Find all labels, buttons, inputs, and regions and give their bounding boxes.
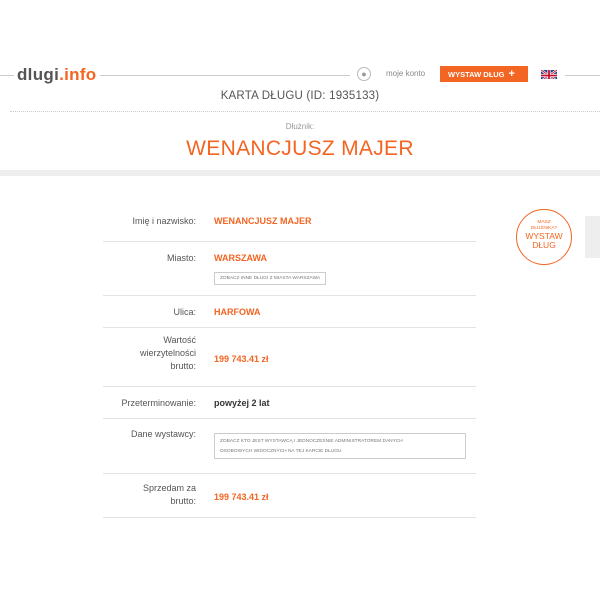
debtor-name: WENANCJUSZ MAJER [186,137,414,160]
sell-label: Sprzedam za brutto: [103,482,196,508]
city-label: Miasto: [166,253,196,263]
row-city: Miasto: WARSZAWA ZOBACZ INNE DŁUGI Z MIA… [103,242,476,296]
amount-label: Wartość wierzytelności brutto: [103,334,196,373]
row-sell: Sprzedam za brutto: 199 743.41 zł [103,474,476,518]
uk-flag-icon[interactable] [541,68,557,79]
issuer-button-line: OSOBOWYCH WIDOCZNYCH NA TEJ KARCIE DŁUGU [220,449,342,454]
top-bar: dlugi.info ● moje konto WYSTAW DŁUG + [0,62,600,88]
sell-label-line: brutto: [170,496,196,506]
add-debt-button[interactable]: WYSTAW DŁUG + [440,66,528,82]
account-link[interactable]: moje konto [386,69,425,78]
divider [0,75,14,76]
issuer-button-line: ZOBACZ KTO JEST WYSTAWCĄ I JEDNOCZEŚNIE … [220,439,403,444]
issuer-label: Dane wystawcy: [130,429,196,439]
debtor-label: Dłużnik: [285,122,315,131]
card-title: KARTA DŁUGU (ID: 1935133) [220,90,380,102]
logo-ext: .info [59,65,97,84]
other-city-debts-button[interactable]: ZOBACZ INNE DŁUGI Z MIASTA WARSZAWA [214,272,327,285]
overdue-label: Przeterminowanie: [121,398,196,408]
name-label: Imię i nazwisko: [132,216,196,226]
amount-label-line: wierzytelności [139,348,196,358]
add-debt-label: WYSTAW DŁUG [448,70,505,79]
sell-label-line: Sprzedam za [142,483,196,493]
site-logo[interactable]: dlugi.info [17,65,97,85]
user-icon[interactable]: ● [357,67,371,81]
row-amount: Wartość wierzytelności brutto: 199 743.4… [103,328,476,387]
city-value: WARSZAWA [214,253,267,263]
side-tab[interactable] [585,216,600,258]
name-value: WENANCJUSZ MAJER [214,216,312,226]
dotted-divider [10,111,600,112]
section-divider [0,170,600,176]
row-issuer: Dane wystawcy: ZOBACZ KTO JEST WYSTAWCĄ … [103,419,476,474]
badge-big-text: WYSTAW DŁUG [517,232,571,250]
sell-value: 199 743.41 zł [214,492,269,502]
debt-details-table: Imię i nazwisko: WENANCJUSZ MAJER Miasto… [103,205,476,518]
add-debt-badge[interactable]: MASZ DŁUŻNIKA? WYSTAW DŁUG [516,209,572,265]
amount-label-line: brutto: [170,361,196,371]
overdue-value: powyżej 2 lat [214,398,270,408]
row-overdue: Przeterminowanie: powyżej 2 lat [103,387,476,419]
plus-icon: + [508,68,515,80]
divider [100,75,350,76]
amount-value: 199 743.41 zł [214,354,269,364]
divider [565,75,600,76]
badge-small-text: MASZ DŁUŻNIKA? [517,220,571,231]
row-street: Ulica: HARFOWA [103,296,476,328]
amount-label-line: Wartość [163,335,196,345]
badge-big-line: DŁUG [532,240,556,250]
street-label: Ulica: [173,307,196,317]
logo-main: dlugi [17,65,60,84]
street-value: HARFOWA [214,307,261,317]
row-name: Imię i nazwisko: WENANCJUSZ MAJER [103,205,476,242]
issuer-data-button[interactable]: ZOBACZ KTO JEST WYSTAWCĄ I JEDNOCZEŚNIE … [214,433,466,459]
